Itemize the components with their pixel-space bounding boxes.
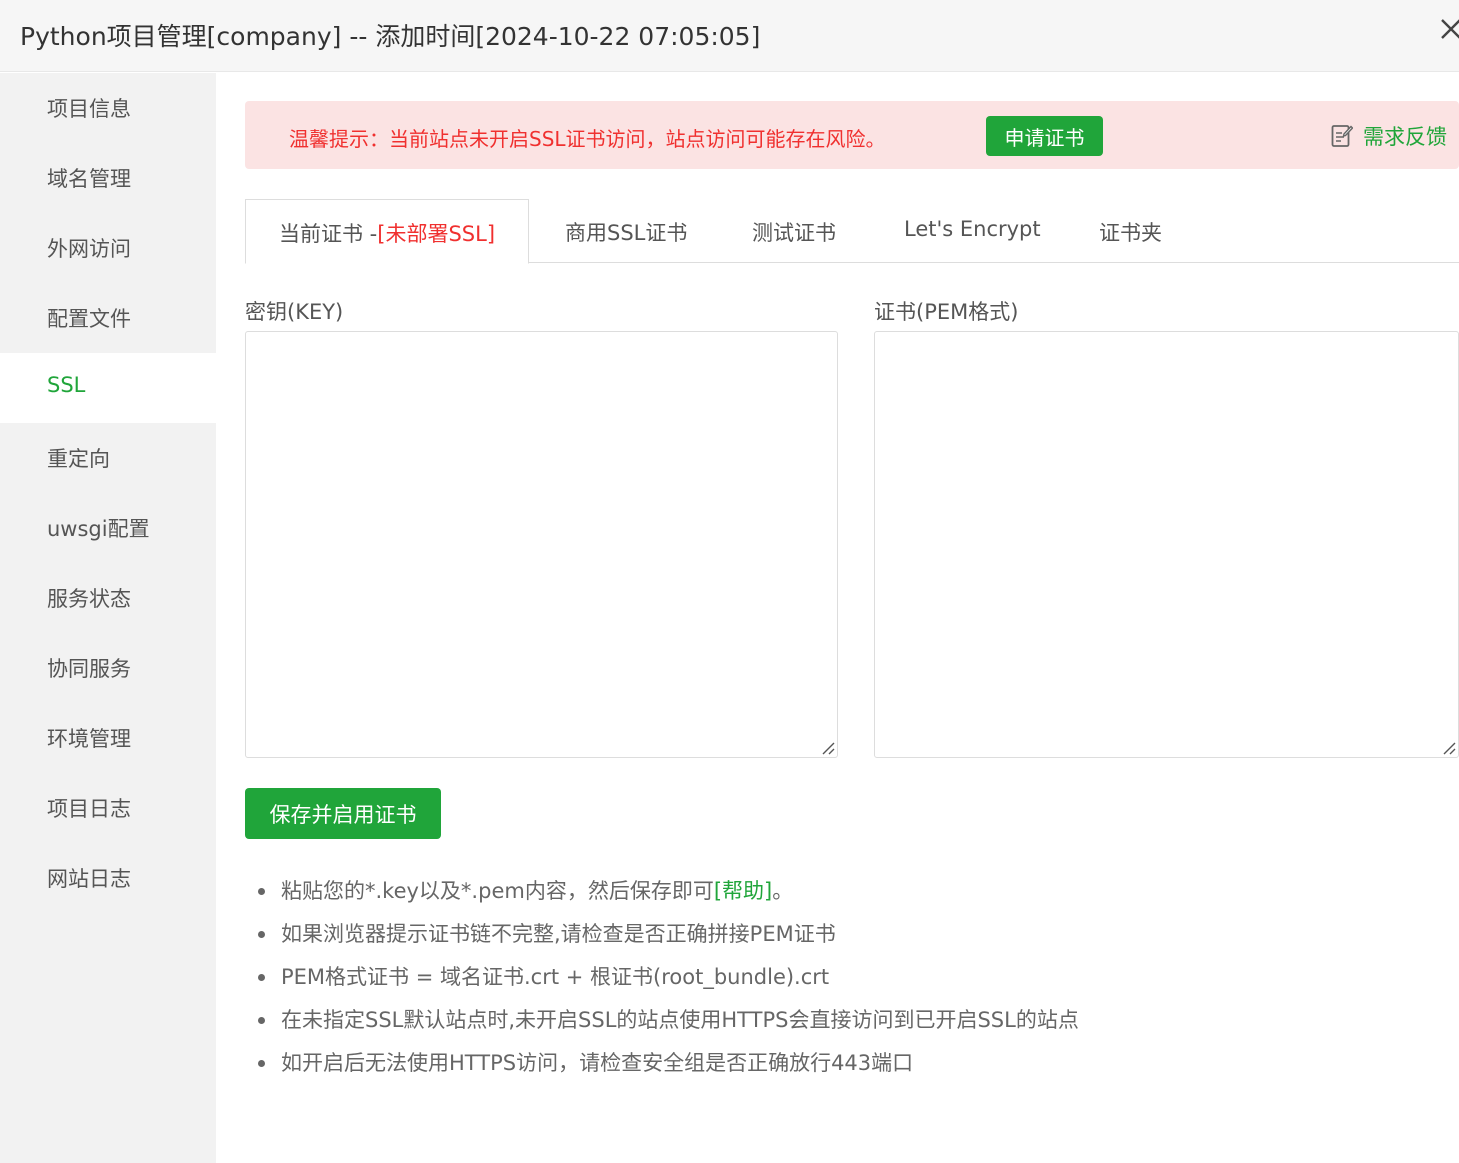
sidebar-item-label: 配置文件 xyxy=(47,307,131,331)
sidebar-item-label: 网站日志 xyxy=(47,867,131,891)
ssl-status-badge: [未部署SSL] xyxy=(377,222,496,246)
tab-label: 当前证书 - xyxy=(279,222,378,246)
sidebar-item-project-info[interactable]: 项目信息 xyxy=(0,73,216,143)
sidebar-item-label: 重定向 xyxy=(47,447,110,471)
sidebar-item-uwsgi[interactable]: uwsgi配置 xyxy=(0,493,216,563)
tips-list: 粘贴您的*.key以及*.pem内容，然后保存即可[帮助]。 如果浏览器提示证书… xyxy=(258,870,1079,1085)
sidebar-item-label: 协同服务 xyxy=(47,657,131,681)
sidebar-item-site-log[interactable]: 网站日志 xyxy=(0,843,216,913)
tab-lets-encrypt[interactable]: Let's Encrypt xyxy=(904,199,1054,263)
sidebar-item-label: SSL xyxy=(47,373,86,397)
sidebar-nav: 项目信息 域名管理 外网访问 配置文件 SSL 重定向 uwsgi配置 服务状态… xyxy=(0,73,216,1163)
list-item: 如果浏览器提示证书链不完整,请检查是否正确拼接PEM证书 xyxy=(258,913,1079,956)
tab-label: 测试证书 xyxy=(752,221,836,245)
feedback-label: 需求反馈 xyxy=(1363,125,1447,149)
sidebar-item-environment[interactable]: 环境管理 xyxy=(0,703,216,773)
tab-current-certificate[interactable]: 当前证书 -[未部署SSL] xyxy=(245,199,529,264)
ssl-warning-text: 温馨提示：当前站点未开启SSL证书访问，站点访问可能存在风险。 xyxy=(289,127,886,151)
tab-label: Let's Encrypt xyxy=(904,217,1041,241)
tip-text: 。 xyxy=(772,879,794,903)
ssl-tabs: 当前证书 -[未部署SSL] 商用SSL证书 测试证书 Let's Encryp… xyxy=(245,199,1459,264)
sidebar-item-config-file[interactable]: 配置文件 xyxy=(0,283,216,353)
sidebar-item-project-log[interactable]: 项目日志 xyxy=(0,773,216,843)
sidebar-item-label: 环境管理 xyxy=(47,727,131,751)
save-and-enable-certificate-button[interactable]: 保存并启用证书 xyxy=(245,788,441,839)
apply-certificate-button[interactable]: 申请证书 xyxy=(986,116,1103,156)
tip-text: 粘贴您的*.key以及*.pem内容，然后保存即可 xyxy=(281,879,714,903)
certificate-label: 证书(PEM格式) xyxy=(874,300,1019,324)
list-item: 如开启后无法使用HTTPS访问，请检查安全组是否正确放行443端口 xyxy=(258,1042,1079,1085)
key-label: 密钥(KEY) xyxy=(245,300,344,324)
tab-label: 商用SSL证书 xyxy=(565,221,688,245)
certificate-textarea[interactable] xyxy=(874,331,1459,758)
sidebar-item-domain[interactable]: 域名管理 xyxy=(0,143,216,213)
window-title: Python项目管理[company] -- 添加时间[2024-10-22 0… xyxy=(20,22,761,51)
close-icon[interactable] xyxy=(1436,14,1459,44)
sidebar-item-label: 外网访问 xyxy=(47,237,131,261)
sidebar-item-label: uwsgi配置 xyxy=(47,517,150,541)
sidebar-item-ssl[interactable]: SSL xyxy=(0,353,216,423)
tab-test-certificate[interactable]: 测试证书 xyxy=(752,199,862,263)
tab-certificate-folder[interactable]: 证书夹 xyxy=(1099,199,1189,263)
ssl-warning-banner: 温馨提示：当前站点未开启SSL证书访问，站点访问可能存在风险。 申请证书 需求反… xyxy=(245,101,1459,169)
sidebar-item-redirect[interactable]: 重定向 xyxy=(0,423,216,493)
tab-commercial-ssl[interactable]: 商用SSL证书 xyxy=(565,199,715,263)
sidebar-item-service-status[interactable]: 服务状态 xyxy=(0,563,216,633)
sidebar-item-label: 域名管理 xyxy=(47,167,131,191)
key-textarea[interactable] xyxy=(245,331,838,758)
feedback-link[interactable]: 需求反馈 xyxy=(1331,121,1447,151)
help-link[interactable]: [帮助] xyxy=(714,879,772,903)
sidebar-item-label: 项目信息 xyxy=(47,97,131,121)
resize-grip-icon[interactable] xyxy=(1440,739,1456,755)
resize-grip-icon[interactable] xyxy=(819,739,835,755)
list-item: 在未指定SSL默认站点时,未开启SSL的站点使用HTTPS会直接访问到已开启SS… xyxy=(258,999,1079,1042)
list-item: PEM格式证书 = 域名证书.crt + 根证书(root_bundle).cr… xyxy=(258,956,1079,999)
sidebar-item-cooperative-service[interactable]: 协同服务 xyxy=(0,633,216,703)
sidebar-item-external-access[interactable]: 外网访问 xyxy=(0,213,216,283)
tab-label: 证书夹 xyxy=(1099,221,1162,245)
sidebar-item-label: 项目日志 xyxy=(47,797,131,821)
window-titlebar: Python项目管理[company] -- 添加时间[2024-10-22 0… xyxy=(0,0,1459,72)
sidebar-item-label: 服务状态 xyxy=(47,587,131,611)
edit-note-icon xyxy=(1331,125,1353,147)
list-item: 粘贴您的*.key以及*.pem内容，然后保存即可[帮助]。 xyxy=(258,870,1079,913)
